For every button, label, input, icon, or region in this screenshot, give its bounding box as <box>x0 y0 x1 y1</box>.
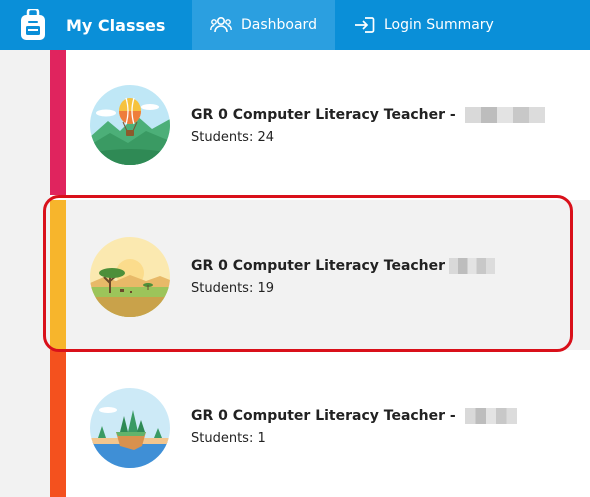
login-arrow-icon <box>354 17 375 33</box>
brand[interactable]: My Classes <box>0 0 192 50</box>
class-avatar-island <box>90 388 170 468</box>
class-title: GR 0 Computer Literacy Teacher <box>191 258 496 274</box>
class-avatar-balloon <box>90 85 170 165</box>
nav-dashboard[interactable]: Dashboard <box>192 0 335 50</box>
student-count: Students: 19 <box>191 281 275 296</box>
app-title: My Classes <box>66 15 166 35</box>
class-color-stripe <box>50 350 66 497</box>
nav-dashboard-label: Dashboard <box>241 17 317 33</box>
nav-login-summary[interactable]: Login Summary <box>335 0 512 50</box>
class-color-stripe <box>50 50 66 195</box>
backpack-icon <box>21 9 45 40</box>
nav-login-summary-label: Login Summary <box>383 17 494 33</box>
student-count: Students: 1 <box>191 431 266 446</box>
class-title: GR 0 Computer Literacy Teacher - <box>191 408 517 424</box>
users-icon <box>210 16 232 33</box>
redacted-name <box>449 258 496 274</box>
class-color-stripe <box>50 200 66 350</box>
redacted-name <box>464 408 517 424</box>
redacted-name <box>464 107 545 123</box>
class-card[interactable]: GR 0 Computer Literacy Teacher - Student… <box>50 350 590 497</box>
top-bar: My Classes Dashboard Login Summary <box>0 0 590 50</box>
student-count: Students: 24 <box>191 130 275 145</box>
class-list: GR 0 Computer Literacy Teacher - Student… <box>50 50 590 497</box>
class-avatar-savanna <box>90 237 170 317</box>
class-card-selected[interactable]: GR 0 Computer Literacy Teacher Students:… <box>50 200 590 350</box>
class-card[interactable]: GR 0 Computer Literacy Teacher - Student… <box>50 50 590 195</box>
class-title: GR 0 Computer Literacy Teacher - <box>191 107 545 123</box>
